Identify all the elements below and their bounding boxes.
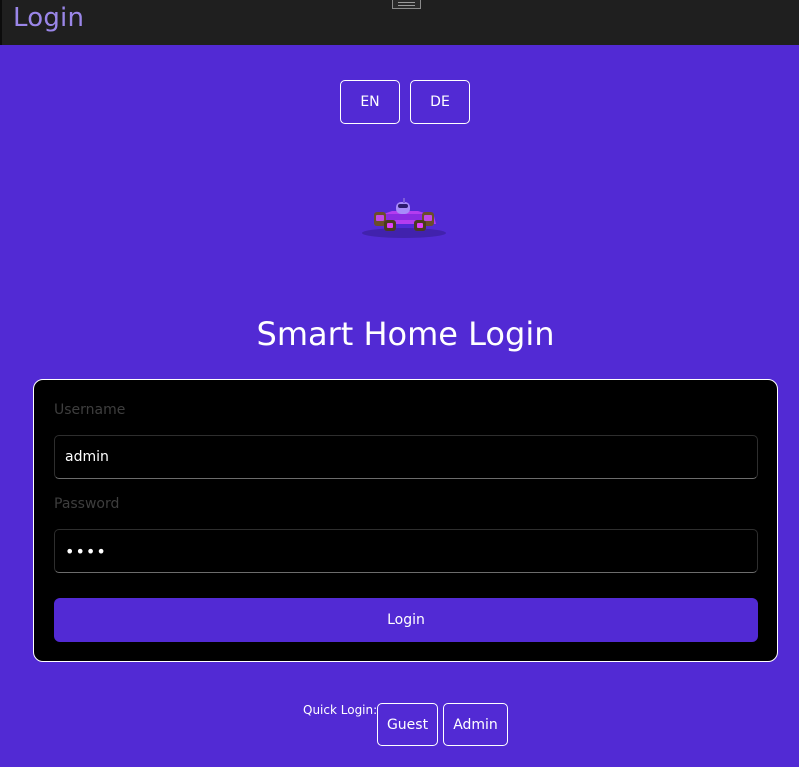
quick-login-admin-button[interactable]: Admin — [443, 703, 508, 746]
window-title: Login — [13, 3, 85, 33]
login-form: Username Password Login — [33, 379, 778, 662]
drag-handle-icon[interactable] — [392, 0, 421, 9]
password-label: Password — [54, 496, 120, 512]
quick-login-label: Quick Login: — [303, 703, 378, 717]
password-input[interactable] — [54, 529, 758, 573]
quick-login-guest-button[interactable]: Guest — [377, 703, 438, 746]
username-label: Username — [54, 402, 126, 418]
race-car-icon — [362, 198, 446, 238]
language-de-button[interactable]: DE — [410, 80, 470, 124]
username-input[interactable] — [54, 435, 758, 479]
login-button[interactable]: Login — [54, 598, 758, 642]
page-title: Smart Home Login — [256, 315, 555, 353]
title-bar: Login — [0, 0, 799, 45]
language-en-button[interactable]: EN — [340, 80, 400, 124]
